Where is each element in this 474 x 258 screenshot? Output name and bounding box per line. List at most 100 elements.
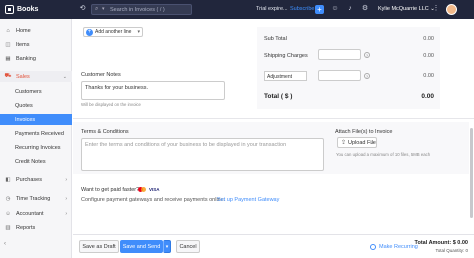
form-footer: Save as Draft Save and Send ▾ Cancel Mak…: [73, 234, 474, 258]
save-as-draft-button[interactable]: Save as Draft: [79, 240, 119, 253]
people-icon[interactable]: ☺: [331, 4, 339, 14]
help-icon[interactable]: ?: [364, 73, 370, 79]
sidebar: ⌂ Home ◫ Items ▦ Banking ⛟ Sales ⌄ Custo…: [0, 19, 72, 258]
search-icon: ⌕: [95, 6, 99, 12]
sidebar-item-label: Payments Received: [15, 130, 64, 137]
search-box[interactable]: ⌕ ▾: [91, 4, 192, 15]
sidebar-item-label: Recurring Invoices: [15, 144, 61, 151]
subscribe-link[interactable]: Subscribe: [290, 6, 314, 12]
search-filter-caret-icon[interactable]: ▾: [102, 6, 105, 12]
apps-grid-icon[interactable]: ⋮: [432, 4, 440, 14]
add-another-line-button[interactable]: + Add another line ▾: [83, 27, 143, 37]
sidebar-item-label: Accountant: [16, 210, 44, 217]
sidebar-item-label: Invoices: [15, 116, 36, 123]
sidebar-item-label: Purchases: [16, 176, 42, 183]
total-value: 0.00: [421, 93, 434, 100]
payment-card-logos: VISA: [138, 187, 160, 192]
shipping-charges-input[interactable]: [318, 49, 361, 60]
chevron-right-icon: ›: [65, 195, 67, 202]
sidebar-item-label: Banking: [16, 55, 36, 62]
total-label: Total ( $ ): [264, 93, 293, 100]
sidebar-item-label: Items: [16, 41, 30, 48]
upload-file-button[interactable]: ⇪ Upload File ⌄: [337, 137, 377, 148]
shipping-label: Shipping Charges: [264, 53, 308, 59]
scrollbar[interactable]: [470, 128, 473, 218]
shipping-value: 0.00: [423, 53, 434, 59]
footer-total-quantity: Total Quantity: 0: [435, 248, 468, 253]
sidebar-item-credit-notes[interactable]: Credit Notes: [0, 156, 72, 167]
payment-description: Configure payment gateways and receive p…: [81, 197, 226, 203]
sidebar-item-label: Quotes: [15, 102, 33, 109]
bag-icon: ◧: [5, 176, 11, 183]
sidebar-item-customers[interactable]: Customers: [0, 86, 72, 97]
sidebar-item-banking[interactable]: ▦ Banking: [0, 53, 72, 64]
sidebar-item-time-tracking[interactable]: ◷ Time Tracking ›: [0, 193, 72, 204]
quick-create-button[interactable]: +: [315, 5, 324, 14]
terms-input[interactable]: [81, 138, 324, 171]
plus-circle-icon: +: [86, 28, 93, 36]
sidebar-item-payments-received[interactable]: Payments Received: [0, 128, 72, 139]
chevron-down-icon[interactable]: ⌄: [370, 140, 374, 146]
adjustment-value: 0.00: [423, 73, 434, 79]
make-recurring-button[interactable]: Make Recurring: [370, 244, 418, 250]
setup-payment-gateway-link[interactable]: Set up Payment Gateway: [217, 197, 279, 203]
sidebar-item-home[interactable]: ⌂ Home: [0, 25, 72, 36]
sidebar-item-accountant[interactable]: ☺ Accountant ›: [0, 208, 72, 219]
save-options-caret-icon[interactable]: ▾: [163, 240, 171, 253]
sub-total-value: 0.00: [423, 36, 434, 42]
terms-label: Terms & Conditions: [81, 129, 129, 135]
save-and-send-button[interactable]: Save and Send: [120, 240, 163, 253]
clock-icon: ◷: [5, 195, 11, 202]
books-logo-icon: [5, 5, 14, 14]
recurring-icon: [370, 244, 376, 250]
add-line-label: Add another line: [95, 29, 132, 35]
sidebar-item-recurring-invoices[interactable]: Recurring Invoices: [0, 142, 72, 153]
adjustment-label-field[interactable]: Adjustment: [264, 71, 307, 81]
sub-total-label: Sub Total: [264, 36, 287, 42]
help-icon[interactable]: ?: [364, 52, 370, 58]
trial-status[interactable]: Trial expire...: [256, 6, 288, 12]
chevron-down-icon[interactable]: ▾: [137, 29, 140, 35]
totals-panel: Sub Total 0.00 Shipping Charges ? 0.00 A…: [257, 27, 440, 109]
items-icon: ◫: [5, 41, 11, 48]
sidebar-item-label: Reports: [16, 224, 36, 231]
collapse-sidebar-icon[interactable]: ‹: [4, 241, 6, 247]
avatar[interactable]: [446, 4, 457, 15]
sidebar-item-purchases[interactable]: ◧ Purchases ›: [0, 174, 72, 185]
sidebar-item-reports[interactable]: ▥ Reports: [0, 222, 72, 233]
upload-icon: ⇪: [341, 140, 347, 146]
accountant-icon: ☺: [5, 210, 11, 217]
search-input[interactable]: [110, 5, 190, 14]
chevron-right-icon: ›: [65, 176, 67, 183]
customer-notes-hint: Will be displayed on the invoice: [81, 102, 141, 107]
banking-icon: ▦: [5, 55, 11, 62]
chevron-down-icon: ⌄: [62, 73, 67, 80]
sidebar-item-label: Credit Notes: [15, 158, 46, 165]
adjustment-input[interactable]: [318, 70, 361, 81]
org-switcher[interactable]: Kylie McQuarrie LLC ⌄: [378, 6, 435, 12]
footer-total-amount: Total Amount: $ 0.00: [414, 240, 468, 246]
org-name: Kylie McQuarrie LLC: [378, 6, 429, 12]
history-icon[interactable]: ⟲: [78, 4, 87, 14]
mastercard-icon: [138, 187, 147, 192]
sidebar-item-label: Home: [16, 27, 31, 34]
sidebar-item-label: Sales: [16, 73, 30, 80]
chevron-right-icon: ›: [65, 210, 67, 217]
customer-notes-input[interactable]: [81, 81, 225, 100]
app-name: Books: [17, 6, 39, 13]
sidebar-item-sales[interactable]: ⛟ Sales ⌄: [0, 71, 72, 82]
attach-files-label: Attach File(s) to Invoice: [335, 129, 393, 135]
make-recurring-label: Make Recurring: [379, 244, 418, 250]
payment-heading: Want to get paid faster?: [81, 187, 140, 193]
cancel-button[interactable]: Cancel: [176, 240, 200, 253]
upload-hint: You can upload a maximum of 10 files, 5M…: [336, 152, 431, 157]
app-brand[interactable]: Books: [5, 4, 75, 15]
cart-icon: ⛟: [4, 73, 12, 79]
sidebar-item-quotes[interactable]: Quotes: [0, 100, 72, 111]
visa-logo: VISA: [149, 187, 160, 192]
sidebar-item-items[interactable]: ◫ Items: [0, 39, 72, 50]
bell-icon[interactable]: ♪: [346, 4, 354, 14]
sidebar-item-invoices[interactable]: Invoices: [0, 114, 72, 125]
gear-icon[interactable]: ⚙: [361, 4, 369, 14]
reports-icon: ▥: [5, 224, 11, 231]
